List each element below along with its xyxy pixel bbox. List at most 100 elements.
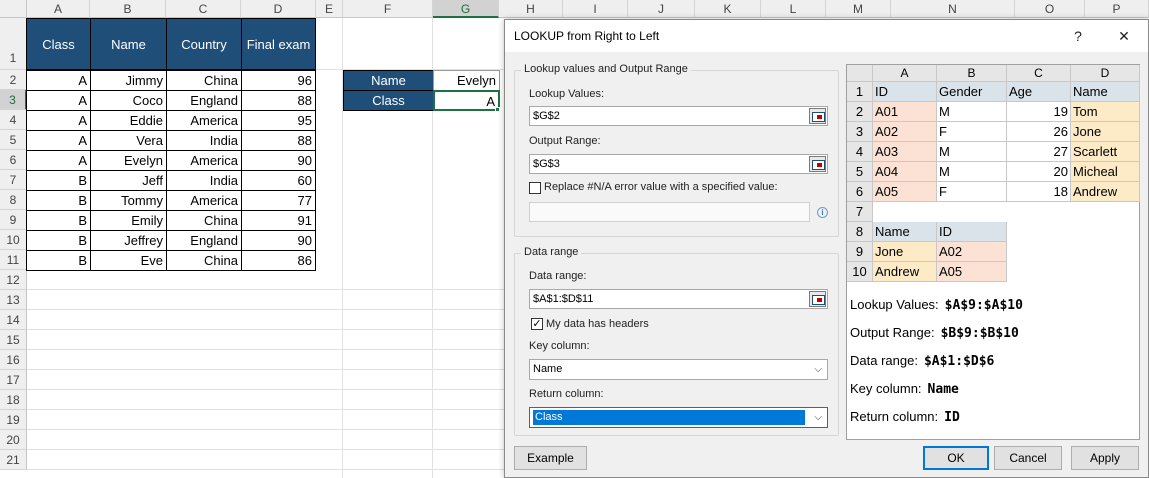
table-cell[interactable]: Coco [90,90,167,111]
column-header-l[interactable]: L [761,0,826,18]
table-cell[interactable]: 60 [241,170,316,191]
table-cell[interactable]: Jeff [90,170,167,191]
table-cell[interactable]: B [26,230,91,251]
table-cell[interactable]: 95 [241,110,316,131]
table-cell[interactable]: A [26,150,91,171]
row-header-1[interactable]: 1 [0,18,27,70]
table-cell[interactable]: India [166,170,242,191]
row-header-7[interactable]: 7 [0,170,27,190]
output-range-input[interactable]: $G$3 [529,154,828,174]
column-header-i[interactable]: I [563,0,628,18]
column-header-m[interactable]: M [826,0,891,18]
lookup-key-class[interactable]: Class [343,90,434,111]
column-header-b[interactable]: B [90,0,166,18]
column-header-p[interactable]: P [1085,0,1149,18]
column-header-d[interactable]: D [241,0,316,18]
row-header-19[interactable]: 19 [0,410,27,430]
column-header-a[interactable]: A [27,0,90,18]
table-cell[interactable]: America [166,110,242,131]
row-header-16[interactable]: 16 [0,350,27,370]
table-cell[interactable]: A [26,90,91,111]
fill-handle[interactable] [495,107,500,112]
table-cell[interactable]: China [166,250,242,271]
table-cell[interactable]: England [166,230,242,251]
row-header-5[interactable]: 5 [0,130,27,150]
apply-button[interactable]: Apply [1071,446,1139,470]
table-cell[interactable]: India [166,130,242,151]
table-cell[interactable]: A [26,110,91,131]
column-header-e[interactable]: E [316,0,343,18]
row-header-4[interactable]: 4 [0,110,27,130]
headers-checkbox[interactable]: ✓ [531,318,543,330]
dialog-titlebar[interactable]: LOOKUP from Right to Left ? ✕ [505,20,1148,52]
range-select-icon[interactable] [809,156,826,172]
row-header-9[interactable]: 9 [0,210,27,230]
table-cell[interactable]: 96 [241,70,316,91]
table-cell[interactable]: A [26,70,91,91]
lookup-key-name[interactable]: Name [343,70,434,91]
table-cell[interactable]: B [26,210,91,231]
row-header-21[interactable]: 21 [0,450,27,470]
table-cell[interactable]: B [26,170,91,191]
row-header-20[interactable]: 20 [0,430,27,450]
table-header-country[interactable]: Country [166,18,242,70]
select-all-corner[interactable] [0,0,27,18]
column-header-c[interactable]: C [166,0,241,18]
table-header-name[interactable]: Name [90,18,167,70]
table-cell[interactable]: B [26,250,91,271]
table-cell[interactable]: Jimmy [90,70,167,91]
info-icon[interactable]: i [817,207,828,218]
lookup-values-input[interactable]: $G$2 [529,106,828,126]
lookup-value-cell[interactable]: Evelyn [433,70,500,91]
table-cell[interactable]: B [26,190,91,211]
table-cell[interactable]: China [166,70,242,91]
key-column-select[interactable]: Name ⌵ [529,359,828,380]
range-select-icon[interactable] [809,108,826,124]
return-column-select[interactable]: Class ⌵ [529,407,828,428]
help-button[interactable]: ? [1063,24,1093,48]
column-header-o[interactable]: O [1015,0,1085,18]
column-header-k[interactable]: K [695,0,761,18]
column-header-f[interactable]: F [343,0,433,18]
row-header-10[interactable]: 10 [0,230,27,250]
row-header-15[interactable]: 15 [0,330,27,350]
row-header-17[interactable]: 17 [0,370,27,390]
table-cell[interactable]: 77 [241,190,316,211]
table-header-final-exam[interactable]: Final exam [241,18,316,70]
cancel-button[interactable]: Cancel [994,446,1062,470]
row-header-13[interactable]: 13 [0,290,27,310]
table-cell[interactable]: Tommy [90,190,167,211]
row-header-18[interactable]: 18 [0,390,27,410]
output-cell[interactable]: A [433,90,500,111]
column-header-g[interactable]: G [433,0,499,18]
replace-value-input[interactable] [529,202,810,222]
table-cell[interactable]: Evelyn [90,150,167,171]
row-header-3[interactable]: 3 [0,90,27,110]
row-header-6[interactable]: 6 [0,150,27,170]
table-cell[interactable]: A [26,130,91,151]
table-cell[interactable]: Eddie [90,110,167,131]
table-header-class[interactable]: Class [26,18,91,70]
table-cell[interactable]: 88 [241,90,316,111]
table-cell[interactable]: 88 [241,130,316,151]
table-cell[interactable]: 86 [241,250,316,271]
close-button[interactable]: ✕ [1109,24,1139,48]
table-cell[interactable]: 91 [241,210,316,231]
table-cell[interactable]: America [166,190,242,211]
table-cell[interactable]: Vera [90,130,167,151]
table-cell[interactable]: 90 [241,230,316,251]
column-header-j[interactable]: J [628,0,695,18]
column-header-h[interactable]: H [499,0,563,18]
table-cell[interactable]: America [166,150,242,171]
table-cell[interactable]: England [166,90,242,111]
table-cell[interactable]: China [166,210,242,231]
table-cell[interactable]: Eve [90,250,167,271]
row-header-11[interactable]: 11 [0,250,27,270]
data-range-input[interactable]: $A$1:$D$11 [529,289,828,309]
table-cell[interactable]: 90 [241,150,316,171]
row-header-8[interactable]: 8 [0,190,27,210]
column-header-n[interactable]: N [891,0,1015,18]
range-select-icon[interactable] [809,291,826,307]
table-cell[interactable]: Emily [90,210,167,231]
row-header-14[interactable]: 14 [0,310,27,330]
